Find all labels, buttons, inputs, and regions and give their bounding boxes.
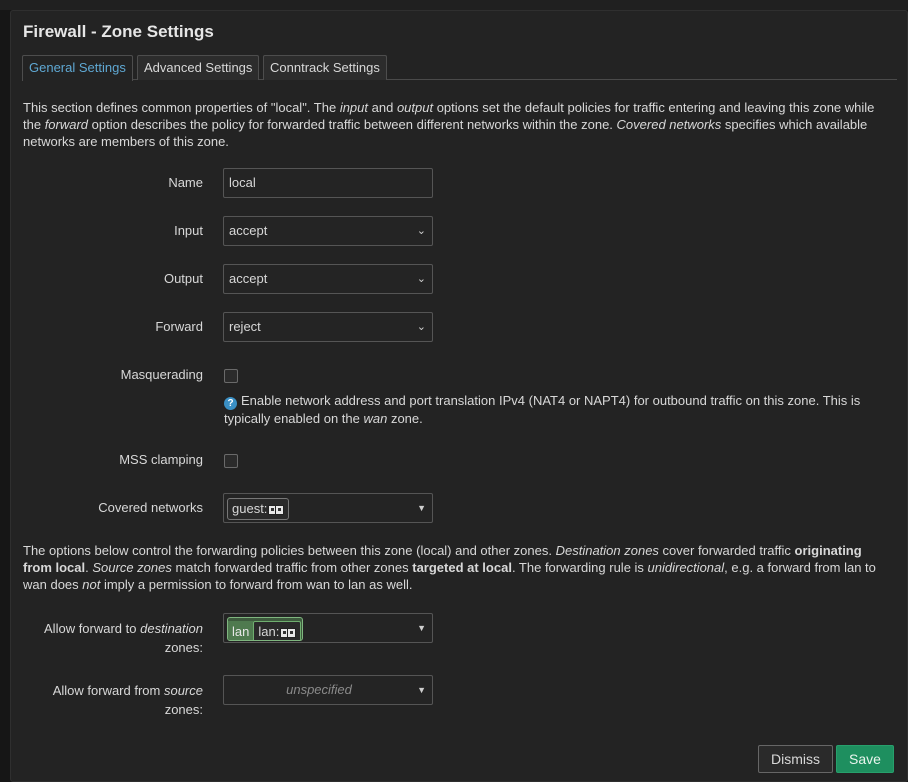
chevron-down-icon: ⌄ bbox=[416, 321, 426, 333]
caret-down-icon: ▼ bbox=[417, 503, 426, 513]
covered-networks-label: Covered networks bbox=[98, 500, 203, 515]
dismiss-button[interactable]: Dismiss bbox=[758, 745, 833, 773]
masquerading-label: Masquerading bbox=[120, 367, 203, 382]
zone-settings-dialog: Firewall - Zone Settings General Setting… bbox=[10, 10, 908, 782]
tab-bar: General Settings Advanced Settings Connt… bbox=[22, 55, 897, 81]
forwarding-description: The options below control the forwarding… bbox=[23, 543, 876, 592]
masquerading-checkbox[interactable] bbox=[224, 369, 238, 383]
tab-general-settings[interactable]: General Settings bbox=[22, 55, 133, 81]
output-label: Output bbox=[163, 271, 203, 286]
dest-zones-label: Allow forward to destination zones: bbox=[44, 621, 203, 655]
source-zones-label: Allow forward from source zones: bbox=[52, 683, 203, 717]
network-chip-guest[interactable]: guest: bbox=[227, 498, 290, 521]
save-button[interactable]: Save bbox=[836, 745, 894, 773]
zone-description: This section defines common properties o… bbox=[23, 100, 875, 149]
tab-conntrack-settings[interactable]: Conntrack Settings bbox=[263, 55, 387, 80]
covered-networks-select[interactable]: guest: ▼ bbox=[223, 493, 433, 523]
zone-chip-lan[interactable]: lan lan: bbox=[227, 617, 304, 641]
tab-advanced-settings[interactable]: Advanced Settings bbox=[137, 55, 260, 80]
forward-label: Forward bbox=[155, 319, 203, 334]
name-label: Name bbox=[168, 175, 203, 190]
background-strip bbox=[0, 0, 908, 10]
input-label: Input bbox=[174, 223, 203, 238]
network-interface-icon bbox=[280, 624, 297, 640]
source-zones-select[interactable]: unspecified ▼ bbox=[223, 675, 433, 705]
network-interface-icon bbox=[268, 501, 285, 521]
forward-policy-select[interactable]: reject ⌄ bbox=[223, 312, 433, 342]
dialog-title: Firewall - Zone Settings bbox=[23, 22, 214, 41]
name-input[interactable]: local bbox=[223, 168, 433, 198]
input-policy-select[interactable]: accept ⌄ bbox=[223, 216, 433, 246]
caret-down-icon: ▼ bbox=[417, 623, 426, 633]
chevron-down-icon: ⌄ bbox=[416, 225, 426, 237]
mss-clamping-label: MSS clamping bbox=[119, 452, 203, 467]
chevron-down-icon: ⌄ bbox=[416, 273, 426, 285]
help-icon: ? bbox=[224, 397, 237, 410]
dest-zones-select[interactable]: lan lan: ▼ bbox=[223, 613, 433, 643]
caret-down-icon: ▼ bbox=[417, 685, 426, 695]
mss-clamping-checkbox[interactable] bbox=[224, 454, 238, 468]
source-zones-placeholder: unspecified bbox=[286, 682, 352, 697]
output-policy-select[interactable]: accept ⌄ bbox=[223, 264, 433, 294]
masquerading-help: ? Enable network address and port transla… bbox=[224, 393, 861, 426]
